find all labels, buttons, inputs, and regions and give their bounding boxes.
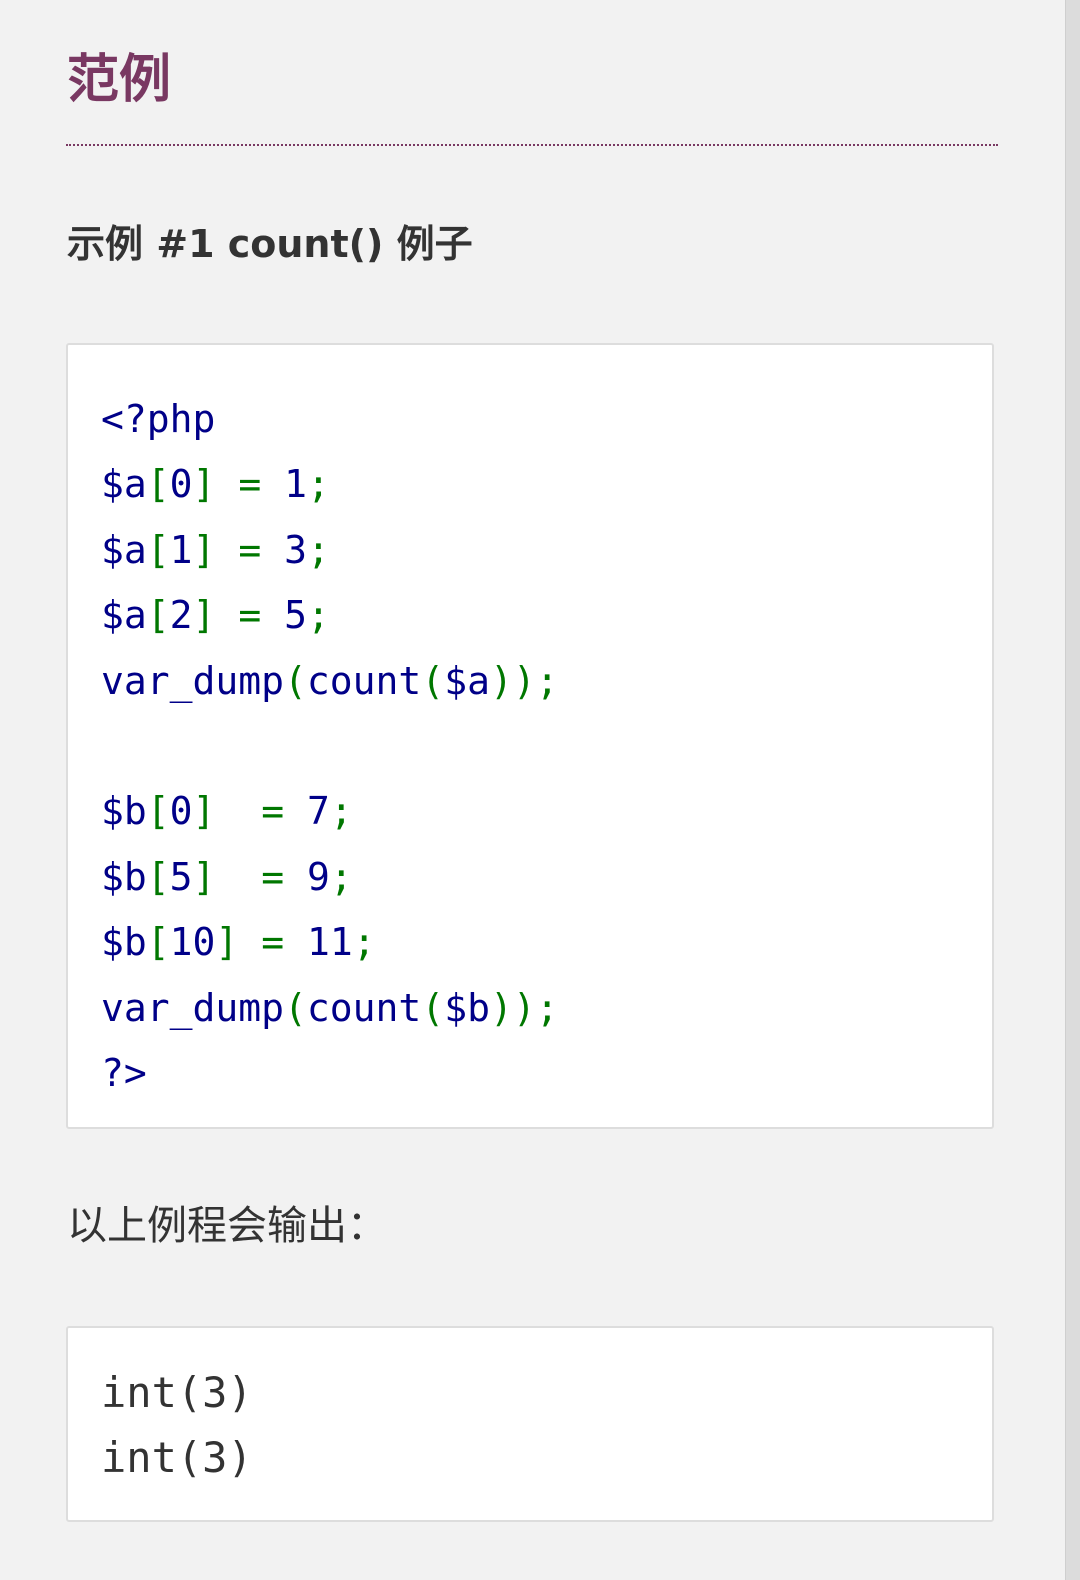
code-token: $a: [101, 593, 147, 638]
code-token: (: [284, 658, 307, 703]
output-line: int(3): [101, 1433, 253, 1482]
code-line: <?php: [101, 387, 559, 452]
code-line: $b[0] = 7;: [101, 779, 559, 844]
code-token: [: [146, 462, 170, 507]
code-token: 3: [261, 527, 307, 572]
code-token: ]: [192, 789, 216, 834]
code-token: <?php: [101, 397, 216, 441]
code-token: ;: [329, 789, 353, 834]
code-token: [: [146, 920, 170, 965]
code-line: $b[10] = 11;: [101, 910, 559, 975]
code-token: ?>: [101, 1050, 147, 1095]
code-token: (: [284, 985, 307, 1030]
code-line: $b[5] = 9;: [101, 845, 559, 910]
code-token: ));: [489, 658, 559, 703]
code-lines: <?php $a[0] = 1; $a[1] = 3; $a[2] = 5; var_d…: [101, 387, 559, 1106]
code-line: $a[2] = 5;: [101, 583, 559, 648]
code-token: $b: [444, 985, 490, 1030]
code-token: count: [306, 985, 422, 1030]
code-token: 7: [284, 789, 330, 834]
code-token: ;: [306, 527, 330, 572]
code-token: var_dump: [101, 658, 285, 703]
code-token: =: [261, 854, 285, 899]
code-token: ;: [306, 462, 330, 507]
code-token: ;: [352, 920, 376, 965]
code-token: 11: [284, 920, 353, 965]
code-token: $a: [444, 658, 490, 703]
code-token: $b: [101, 854, 147, 899]
code-block: <?php $a[0] = 1; $a[1] = 3; $a[2] = 5; var_d…: [66, 343, 994, 1129]
code-token: 5: [169, 854, 193, 899]
code-token: var_dump: [101, 985, 285, 1030]
example-title: 示例 #1 count() 例子: [67, 222, 473, 266]
code-token: [: [146, 854, 170, 899]
code-token: ;: [329, 854, 353, 899]
code-line: var_dump(count($a));: [101, 649, 559, 714]
code-token: 0: [169, 789, 193, 834]
code-token: ]: [192, 593, 216, 638]
code-token: ]: [192, 462, 216, 507]
code-token: =: [261, 789, 285, 834]
section-title: 范例: [67, 50, 172, 110]
code-token: =: [238, 527, 262, 572]
code-token: =: [238, 593, 262, 638]
code-line: $a[1] = 3;: [101, 518, 559, 583]
output-block: int(3) int(3): [66, 1326, 994, 1522]
output-lines: int(3) int(3): [101, 1360, 253, 1490]
code-token: $a: [101, 527, 147, 572]
code-token: [: [146, 789, 170, 834]
code-token: =: [261, 920, 285, 965]
code-token: ]: [192, 527, 216, 572]
scrollbar[interactable]: [1065, 0, 1080, 1580]
code-token: [: [146, 527, 170, 572]
output-line: int(3): [101, 1368, 253, 1417]
code-line: var_dump(count($b));: [101, 976, 559, 1041]
output-caption: 以上例程会输出：: [67, 1203, 387, 1249]
code-token: (: [421, 658, 445, 703]
code-token: 10: [169, 920, 216, 965]
code-token: ]: [215, 920, 239, 965]
title-divider: [66, 144, 998, 146]
code-token: 1: [261, 462, 307, 507]
code-token: [: [146, 593, 170, 638]
code-token: $a: [101, 462, 147, 507]
code-token: (: [421, 985, 445, 1030]
code-token: 1: [169, 527, 193, 572]
code-line: ?>: [101, 1041, 559, 1106]
code-token: count: [306, 658, 422, 703]
code-token: 2: [169, 593, 193, 638]
code-token: ;: [306, 593, 330, 638]
code-token: 5: [261, 593, 307, 638]
code-token: ]: [192, 854, 216, 899]
code-token: $b: [101, 789, 147, 834]
code-token: ));: [489, 985, 559, 1030]
code-token: 0: [169, 462, 193, 507]
code-line: $a[0] = 1;: [101, 452, 559, 517]
code-token: $b: [101, 920, 147, 965]
code-token: 9: [284, 854, 330, 899]
page-content: 范例 示例 #1 count() 例子 <?php $a[0] = 1; $a[1]…: [0, 0, 1062, 1580]
code-token: =: [238, 462, 262, 507]
